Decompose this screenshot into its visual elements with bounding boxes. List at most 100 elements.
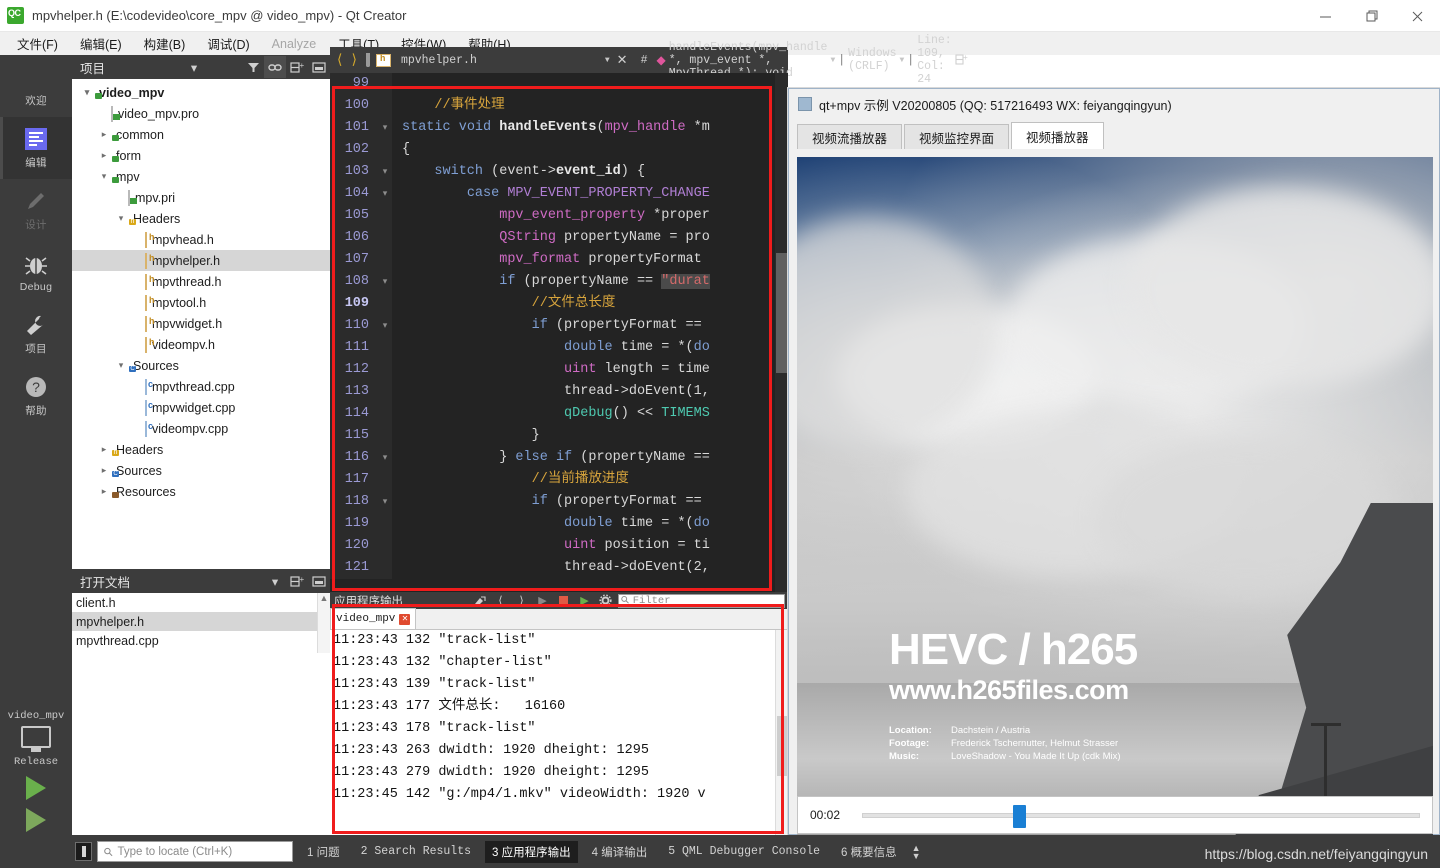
- menu-item-2[interactable]: 构建(B): [133, 32, 197, 55]
- output-tab-video-mpv[interactable]: video_mpv ✕: [330, 608, 417, 629]
- tree-item[interactable]: mpvhelper.h: [72, 250, 330, 271]
- tree-item[interactable]: mpvwidget.h: [72, 313, 330, 334]
- status-pane-button-0[interactable]: 1 问题: [300, 841, 347, 863]
- output-scrollbar[interactable]: [775, 630, 788, 835]
- sync-link-icon[interactable]: [264, 56, 286, 78]
- chevron-right-icon[interactable]: ▸: [97, 150, 111, 161]
- chevron-down-icon[interactable]: ▾: [183, 56, 205, 78]
- debug-button[interactable]: [26, 808, 46, 832]
- tree-item[interactable]: ▸ Resources: [72, 481, 330, 502]
- chevron-down-icon[interactable]: ▾: [114, 360, 128, 371]
- chevron-right-icon[interactable]: ▸: [97, 444, 111, 455]
- chevron-right-icon[interactable]: ▸: [97, 465, 111, 476]
- tree-item[interactable]: videompv.cpp: [72, 418, 330, 439]
- output-pane-toggle-icon[interactable]: ▲ ▼: [912, 843, 921, 860]
- open-document-item[interactable]: client.h: [72, 593, 330, 612]
- tree-item[interactable]: videompv.h: [72, 334, 330, 355]
- fold-marker[interactable]: ▾: [378, 447, 392, 469]
- prev-item-icon[interactable]: ⟨: [492, 593, 509, 608]
- menu-item-3[interactable]: 调试(D): [196, 32, 260, 55]
- split-add-icon[interactable]: +: [286, 56, 308, 78]
- maximize-button[interactable]: [1348, 0, 1394, 32]
- locator-input[interactable]: ⚲ Type to locate (Ctrl+K): [97, 841, 293, 862]
- clear-output-icon[interactable]: [471, 593, 488, 608]
- chevron-down-icon[interactable]: ▾: [97, 171, 111, 182]
- tree-item[interactable]: ▸ Sources: [72, 460, 330, 481]
- chevron-right-icon[interactable]: ▸: [97, 486, 111, 497]
- minimize-button[interactable]: [1302, 0, 1348, 32]
- tree-item[interactable]: mpvthread.cpp: [72, 376, 330, 397]
- tree-item[interactable]: mpvhead.h: [72, 229, 330, 250]
- open-documents-list[interactable]: client.h mpvhelper.h mpvthread.cpp: [72, 593, 330, 650]
- run-button[interactable]: [26, 776, 46, 800]
- code-area[interactable]: 99 100 //事件处理 101 ▾ static void handleEvents…: [330, 73, 788, 594]
- player-tab-0[interactable]: 视频流播放器: [797, 124, 903, 149]
- tree-item[interactable]: ▾ Headers: [72, 208, 330, 229]
- chevron-down-icon[interactable]: ▼: [605, 56, 610, 65]
- open-document-item[interactable]: mpvhelper.h: [72, 612, 330, 631]
- locator-options-button[interactable]: [75, 842, 92, 861]
- status-pane-button-5[interactable]: 6 概要信息: [834, 841, 904, 863]
- open-documents-scrollbar[interactable]: ▲: [317, 593, 330, 653]
- tree-item[interactable]: mpvwidget.cpp: [72, 397, 330, 418]
- status-pane-button-3[interactable]: 4 编译输出: [585, 841, 655, 863]
- chevron-right-icon[interactable]: ▸: [97, 129, 111, 140]
- tree-item[interactable]: mpvtool.h: [72, 292, 330, 313]
- close-button[interactable]: [1394, 0, 1440, 32]
- nav-back-icon[interactable]: ⟨: [334, 52, 345, 69]
- tree-item[interactable]: ▾ mpv: [72, 166, 330, 187]
- fold-marker[interactable]: ▾: [378, 183, 392, 205]
- tree-item[interactable]: ▸ form: [72, 145, 330, 166]
- close-icon[interactable]: ✕: [399, 613, 411, 625]
- tree-item[interactable]: mpvthread.h: [72, 271, 330, 292]
- video-surface[interactable]: HEVC / h265 www.h265files.com Location: D…: [797, 157, 1433, 868]
- tree-item[interactable]: ▾ Sources: [72, 355, 330, 376]
- chevron-down-icon[interactable]: ▾: [80, 87, 94, 98]
- close-panel-icon[interactable]: [308, 570, 330, 592]
- tree-item[interactable]: ▸ Headers: [72, 439, 330, 460]
- tree-item[interactable]: video_mpv.pro: [72, 103, 330, 124]
- fold-marker[interactable]: ▾: [378, 491, 392, 513]
- status-pane-button-4[interactable]: 5 QML Debugger Console: [661, 842, 827, 861]
- menu-item-0[interactable]: 文件(F): [6, 32, 69, 55]
- project-tree[interactable]: ▾ video_mpv video_mpv.pro ▸ common ▸ form ▾ mpv m…: [72, 79, 330, 569]
- player-tab-1[interactable]: 视频监控界面: [904, 124, 1010, 149]
- fold-marker[interactable]: ▾: [378, 315, 392, 337]
- chevron-down-icon[interactable]: ▼: [899, 56, 904, 65]
- seek-slider[interactable]: [862, 804, 1420, 828]
- line-ending-selector[interactable]: Windows (CRLF): [848, 47, 896, 73]
- mode-item-1[interactable]: 编辑: [0, 117, 72, 179]
- split-editor-icon[interactable]: +: [955, 49, 969, 71]
- rerun-icon[interactable]: ▶: [534, 593, 551, 608]
- chevron-down-icon[interactable]: ▾: [264, 570, 286, 592]
- mode-item-5[interactable]: ? 帮助: [0, 365, 72, 427]
- stop-icon[interactable]: [555, 593, 572, 608]
- hash-icon[interactable]: #: [635, 54, 654, 67]
- tree-item[interactable]: mpv.pri: [72, 187, 330, 208]
- seek-handle[interactable]: [1013, 804, 1027, 828]
- split-add-icon[interactable]: +: [286, 570, 308, 592]
- editor-scrollbar[interactable]: [775, 73, 788, 594]
- status-pane-button-2[interactable]: 3 应用程序输出: [485, 840, 578, 863]
- status-pane-button-1[interactable]: 2 Search Results: [354, 842, 478, 861]
- tree-item[interactable]: ▾ video_mpv: [72, 82, 330, 103]
- output-filter-input[interactable]: ⚲ Filter: [618, 593, 785, 608]
- gear-icon[interactable]: [597, 593, 614, 608]
- open-document-item[interactable]: mpvthread.cpp: [72, 631, 330, 650]
- chevron-down-icon[interactable]: ▼: [830, 56, 835, 65]
- mode-item-3[interactable]: Debug: [0, 241, 72, 303]
- fold-marker[interactable]: ▾: [378, 117, 392, 139]
- fold-marker[interactable]: ▾: [378, 161, 392, 183]
- editor-file-tab[interactable]: mpvhelper.h: [375, 53, 477, 67]
- fold-marker[interactable]: ▾: [378, 271, 392, 293]
- close-panel-icon[interactable]: [308, 56, 330, 78]
- next-item-icon[interactable]: ⟩: [513, 593, 530, 608]
- unlock-icon[interactable]: [365, 53, 370, 67]
- menu-item-1[interactable]: 编辑(E): [69, 32, 133, 55]
- target-selector-icon[interactable]: [0, 726, 72, 752]
- chevron-down-icon[interactable]: ▾: [114, 213, 128, 224]
- attach-debugger-icon[interactable]: ▶: [576, 593, 593, 608]
- player-tab-2[interactable]: 视频播放器: [1011, 122, 1104, 149]
- mode-item-0[interactable]: 欢迎: [0, 55, 72, 117]
- nav-forward-icon[interactable]: ⟩: [348, 52, 359, 69]
